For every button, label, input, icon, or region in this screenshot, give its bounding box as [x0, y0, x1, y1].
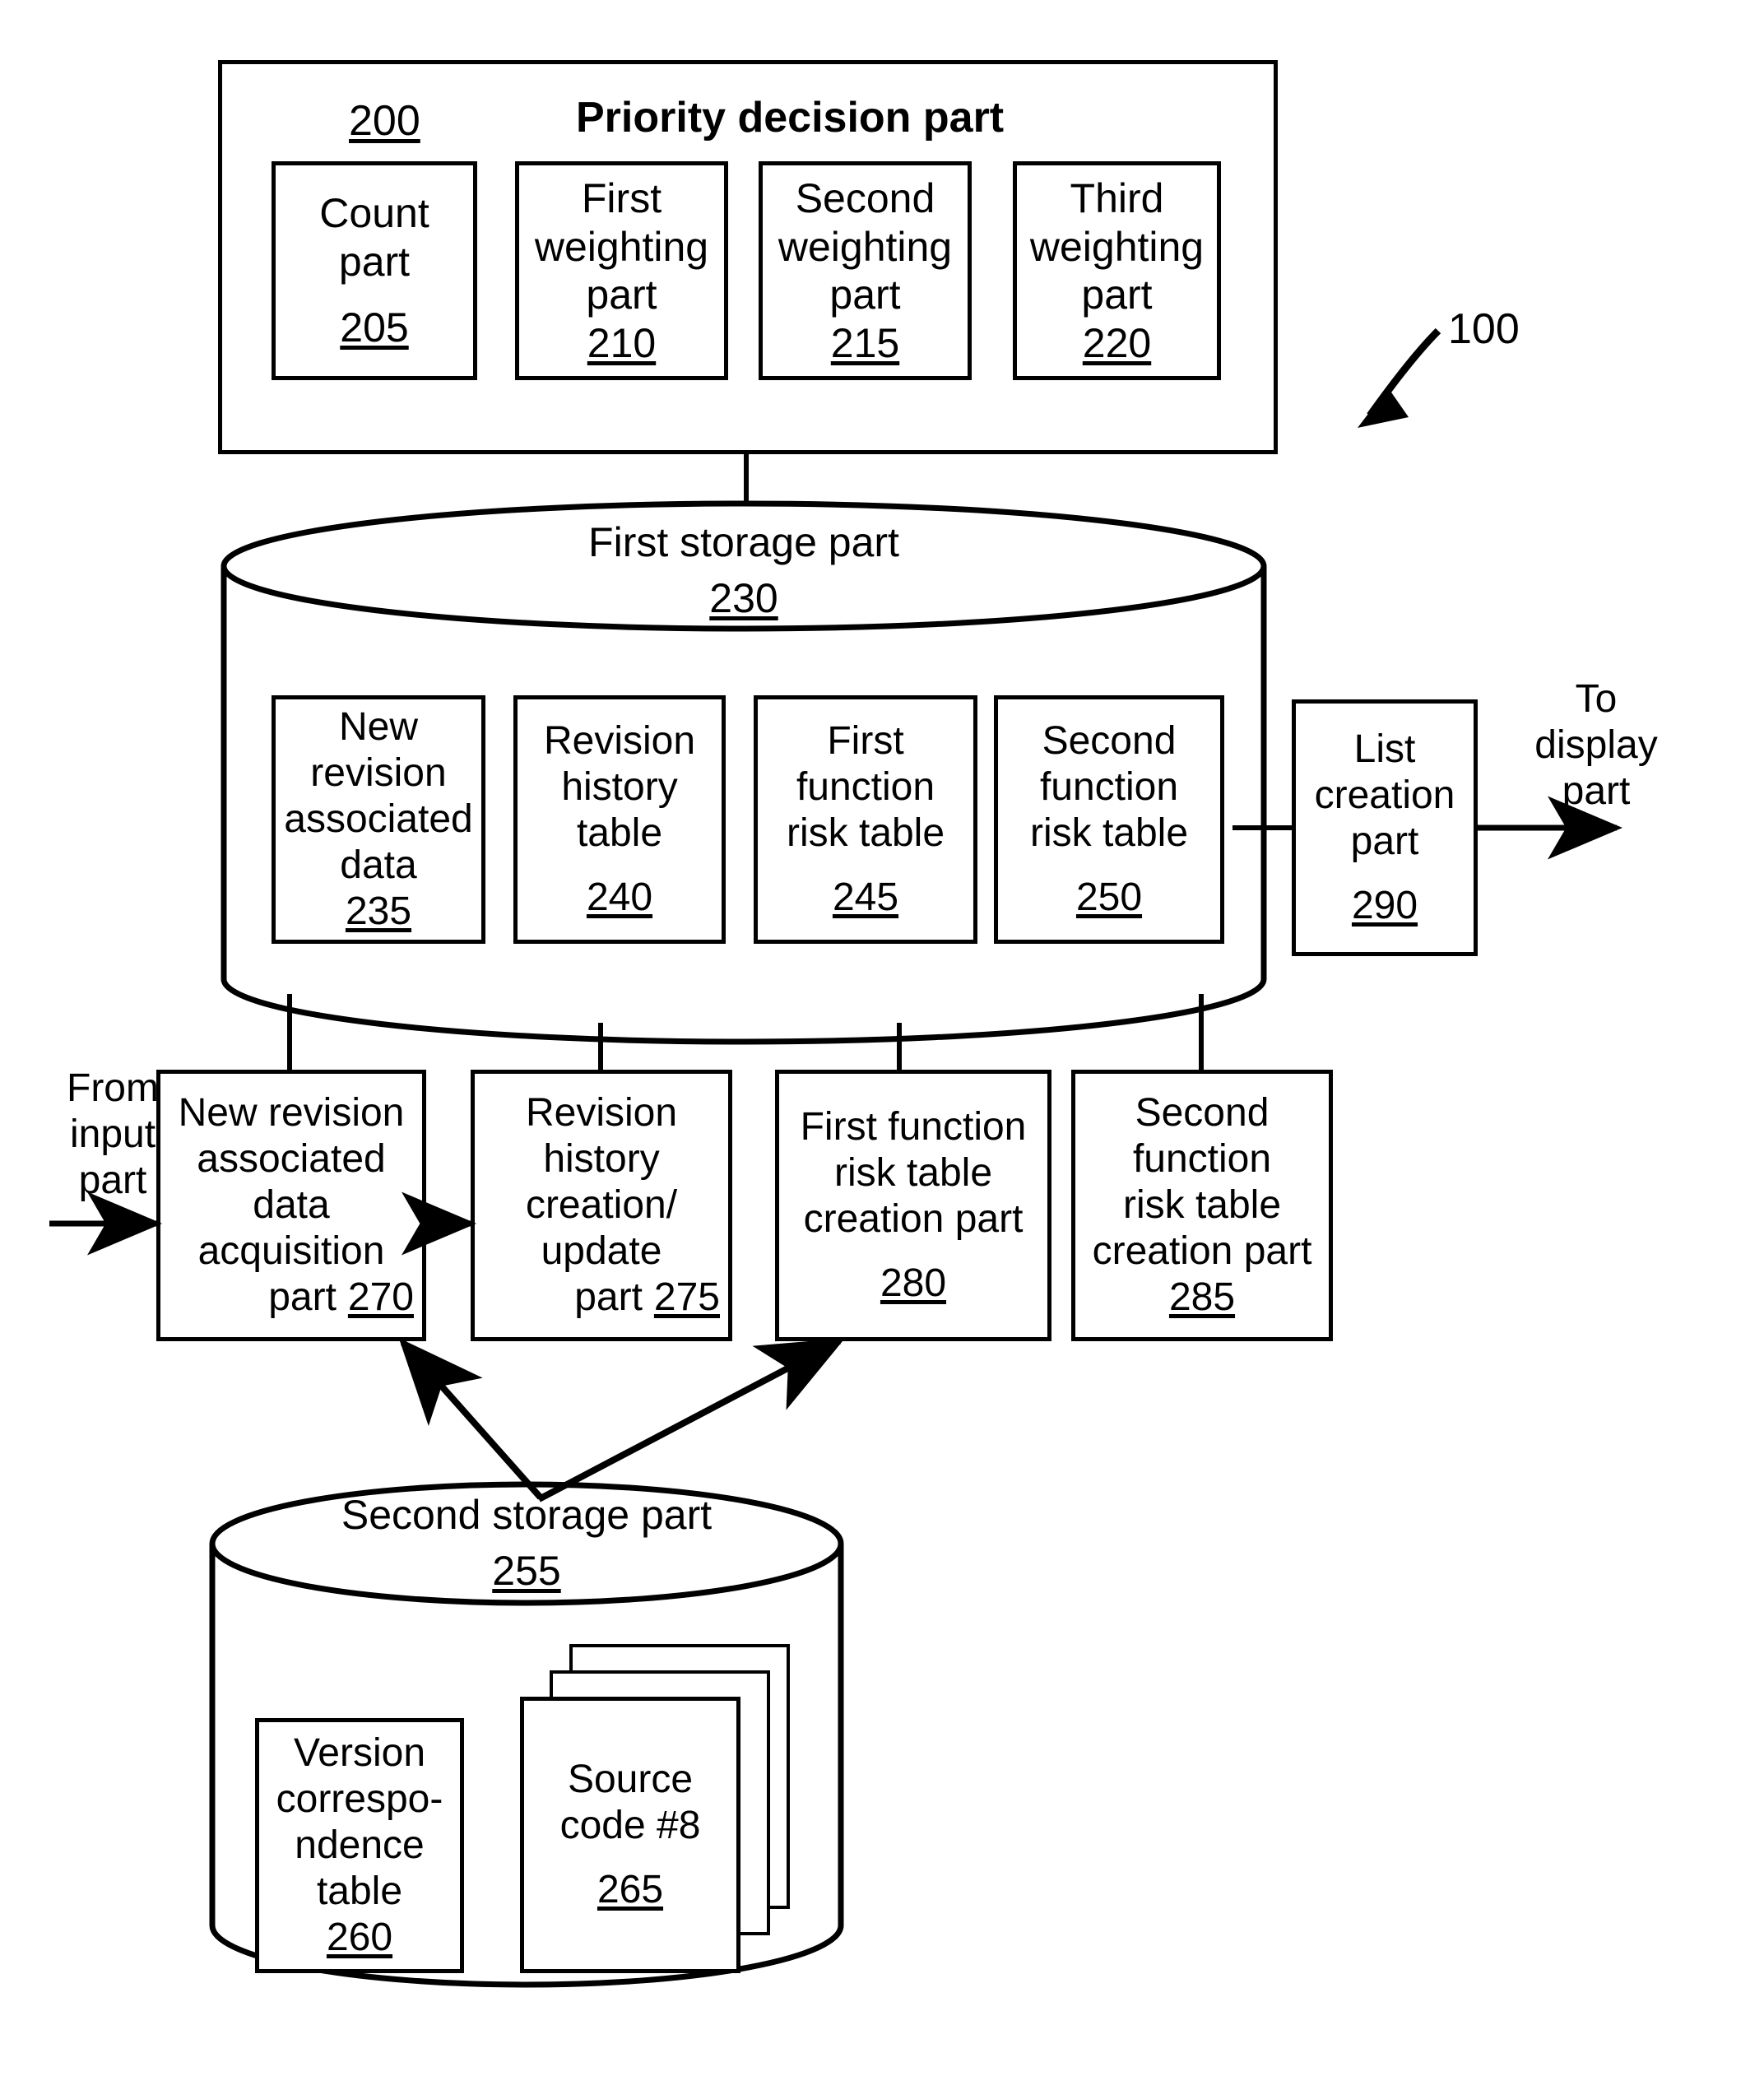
- second-function-risk-table-creation-part-label: Second function risk table creation part: [1092, 1090, 1312, 1274]
- second-function-risk-table-ref: 250: [1075, 875, 1143, 920]
- new-revision-associated-data-acquisition-part-box: New revision associated data acquisition…: [156, 1070, 426, 1341]
- source-code-label: Source code #8: [559, 1757, 701, 1847]
- version-correspondence-table-label: Version correspo- ndence table: [276, 1730, 443, 1914]
- first-storage-title: First storage part: [588, 519, 899, 565]
- second-weighting-part-ref: 215: [830, 319, 900, 366]
- first-function-risk-table-creation-part-label: First function risk table creation part: [800, 1104, 1027, 1241]
- revision-history-table-box: Revision history table 240: [513, 695, 726, 944]
- first-function-risk-table-ref: 245: [832, 875, 899, 920]
- first-weighting-part-ref: 210: [587, 319, 657, 366]
- first-function-risk-table-box: First function risk table 245: [754, 695, 977, 944]
- priority-decision-title: Priority decision part: [576, 94, 1005, 142]
- part-270-ref: 270: [347, 1275, 414, 1320]
- second-function-risk-table-creation-part-box: Second function risk table creation part…: [1071, 1070, 1333, 1341]
- revision-history-creation-update-part-label: Revision history creation/ update: [525, 1090, 678, 1274]
- part-275-tail-word: part: [574, 1275, 643, 1320]
- priority-decision-ref: 200: [349, 97, 420, 145]
- new-revision-associated-data-label: New revision associated data: [284, 704, 473, 888]
- system-ref-100: 100: [1448, 305, 1520, 353]
- patent-figure-canvas: 200 Priority decision part Count part 20…: [0, 0, 1764, 2090]
- arrow-second-storage-to-part-270: [398, 1338, 543, 1500]
- second-function-risk-table-box: Second function risk table 250: [994, 695, 1224, 944]
- version-correspondence-table-box: Version correspo- ndence table 260: [255, 1718, 464, 1973]
- arrow-second-storage-to-part-280: [537, 1338, 846, 1502]
- third-weighting-part-box: Third weighting part 220: [1013, 161, 1221, 380]
- revision-history-creation-update-part-box: Revision history creation/ update part 2…: [471, 1070, 732, 1341]
- first-storage-ref: 230: [709, 575, 778, 621]
- first-weighting-part-label: First weighting part: [534, 175, 709, 318]
- revision-history-table-label: Revision history table: [543, 718, 696, 855]
- part-285-ref: 285: [1168, 1275, 1236, 1320]
- part-275-ref: 275: [653, 1275, 720, 1320]
- revision-history-table-ref: 240: [586, 875, 653, 920]
- count-part-label: Count part: [319, 190, 429, 285]
- count-part-ref: 205: [340, 304, 409, 351]
- list-creation-part-ref: 290: [1351, 884, 1418, 928]
- third-weighting-part-label: Third weighting part: [1029, 175, 1205, 318]
- new-revision-associated-data-acquisition-part-label: New revision associated data acquisition: [178, 1090, 405, 1274]
- second-storage-ref: 255: [492, 1548, 561, 1594]
- second-function-risk-table-label: Second function risk table: [1029, 718, 1189, 855]
- part-270-tail-word: part: [268, 1275, 337, 1320]
- second-weighting-part-label: Second weighting part: [778, 175, 953, 318]
- source-code-stack-box: Source code #8 265: [520, 1697, 740, 1973]
- second-weighting-part-box: Second weighting part 215: [759, 161, 972, 380]
- part-270-ref-row: part 270: [160, 1275, 422, 1321]
- new-revision-associated-data-box: New revision associated data 235: [272, 695, 485, 944]
- list-creation-part-box: List creation part 290: [1292, 699, 1478, 956]
- first-function-risk-table-label: First function risk table: [786, 718, 945, 855]
- first-function-risk-table-creation-part-box: First function risk table creation part …: [775, 1070, 1051, 1341]
- to-display-part-label: To display part: [1534, 677, 1658, 814]
- list-creation-part-label: List creation part: [1314, 727, 1455, 863]
- part-280-ref: 280: [880, 1261, 947, 1306]
- first-weighting-part-box: First weighting part 210: [515, 161, 728, 380]
- part-275-ref-row: part 275: [475, 1275, 728, 1321]
- source-code-ref: 265: [597, 1868, 664, 1912]
- version-correspondence-table-ref: 260: [326, 1916, 393, 1960]
- count-part-box: Count part 205: [272, 161, 477, 380]
- third-weighting-part-ref: 220: [1082, 319, 1152, 366]
- second-storage-title: Second storage part: [341, 1492, 713, 1538]
- new-revision-associated-data-ref: 235: [345, 889, 412, 934]
